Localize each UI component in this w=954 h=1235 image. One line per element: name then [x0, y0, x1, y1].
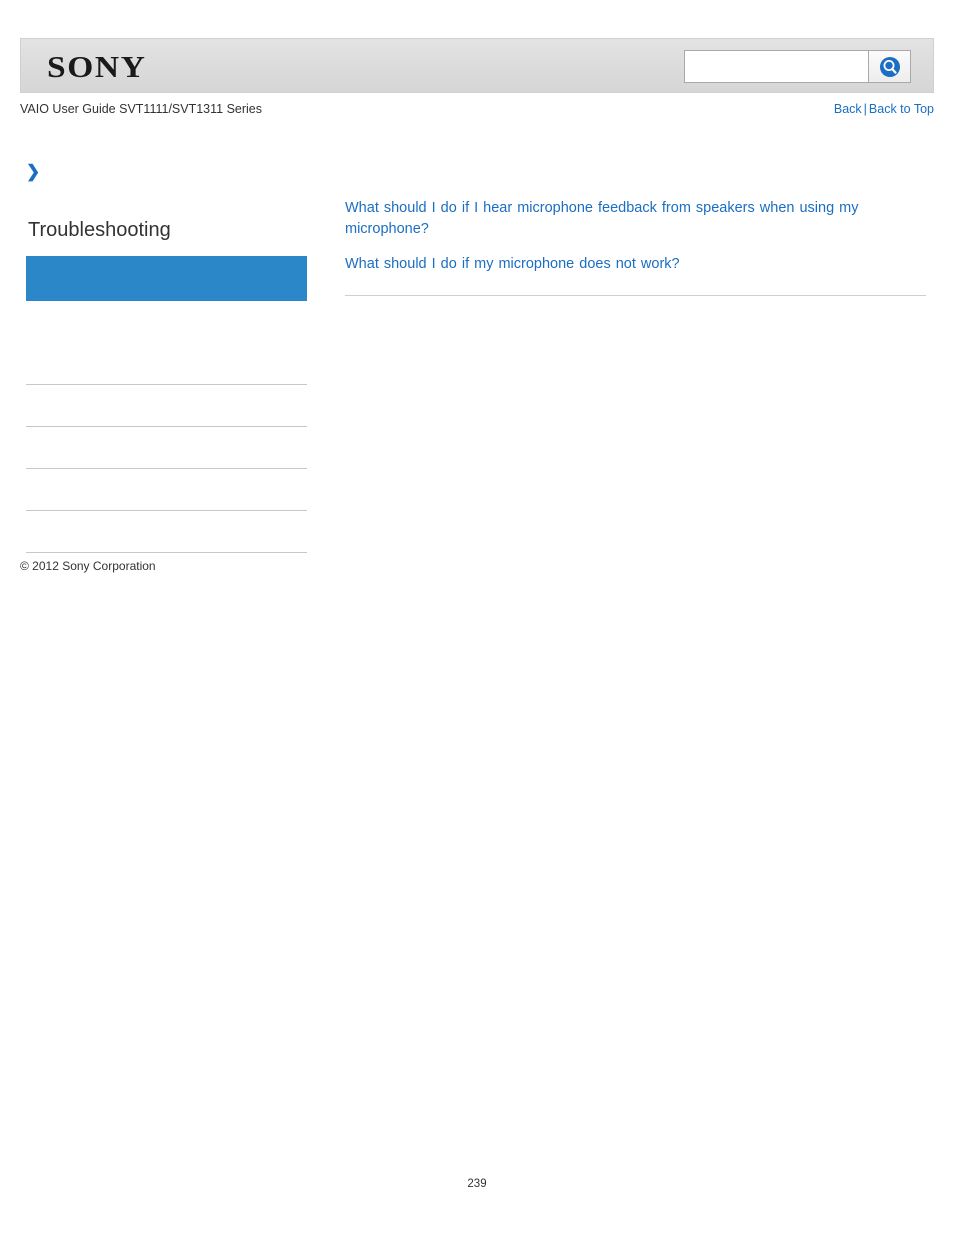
- copyright-text: © 2012 Sony Corporation: [20, 559, 156, 573]
- search-icon: [878, 55, 902, 79]
- sidebar-item-label: [26, 256, 307, 268]
- title-row: VAIO User Guide SVT1111/SVT1311 Series B…: [20, 102, 934, 120]
- page-title: Troubleshooting: [28, 219, 171, 241]
- topic-link-2[interactable]: What should I do if my microphone does n…: [345, 254, 926, 275]
- back-link[interactable]: Back: [834, 102, 862, 116]
- header-bar: SONY: [20, 38, 934, 93]
- sidebar-item-1[interactable]: [26, 343, 307, 385]
- sidebar-item-label: [26, 427, 307, 439]
- page-root: SONY VAIO User Guide SVT1111/SVT1311 Ser…: [0, 0, 954, 1235]
- content-area: What should I do if I hear microphone fe…: [345, 198, 926, 296]
- chevron-right-icon: ❯: [26, 162, 41, 181]
- sidebar-item-2[interactable]: [26, 385, 307, 427]
- sidebar-item-label: [26, 343, 307, 355]
- search-area: [684, 50, 911, 83]
- topic-link-1[interactable]: What should I do if I hear microphone fe…: [345, 198, 926, 240]
- sidebar-item-5[interactable]: [26, 511, 307, 553]
- sidebar-item-4[interactable]: [26, 469, 307, 511]
- sidebar-item-selected[interactable]: [26, 256, 307, 301]
- sidebar-item-label: [26, 385, 307, 397]
- content-divider: [345, 295, 926, 296]
- page-number: 239: [467, 1178, 487, 1190]
- nav-separator: |: [863, 102, 867, 116]
- sidebar-item-spacer: [26, 301, 307, 343]
- sidebar: Troubleshooting: [26, 218, 307, 553]
- search-button[interactable]: [869, 50, 911, 83]
- sidebar-item-label: [26, 511, 307, 523]
- sony-logo: SONY: [47, 49, 147, 84]
- header-nav-links: Back | Back to Top: [834, 102, 934, 116]
- back-to-top-link[interactable]: Back to Top: [869, 102, 934, 116]
- search-input[interactable]: [684, 50, 869, 83]
- guide-title: VAIO User Guide SVT1111/SVT1311 Series: [20, 102, 263, 116]
- sidebar-item-label: [26, 469, 307, 481]
- sidebar-item-3[interactable]: [26, 427, 307, 469]
